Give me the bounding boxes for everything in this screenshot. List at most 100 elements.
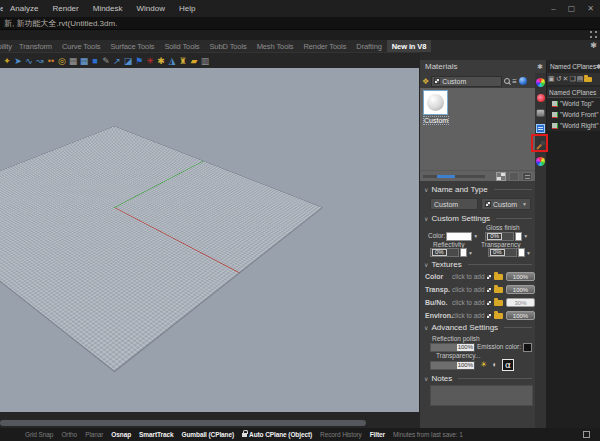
points-icon[interactable]: ••	[46, 55, 56, 67]
section-textures[interactable]: ∨Textures	[420, 259, 535, 269]
command-input[interactable]	[0, 30, 600, 40]
close-button[interactable]: ✕	[587, 4, 594, 13]
cube-icon[interactable]: ■	[90, 55, 100, 67]
transparency-swatch[interactable]	[518, 248, 525, 257]
texture-add-link[interactable]: click to add	[452, 299, 486, 306]
swatch-card-icon[interactable]	[536, 109, 545, 117]
menu-mindesk[interactable]: Mindesk	[86, 4, 130, 13]
paste-cplane-icon[interactable]: ▤	[577, 74, 584, 84]
section-notes[interactable]: ∨Notes	[420, 373, 535, 383]
texture-percent-button[interactable]: 100%	[506, 272, 535, 281]
grid-window-icon[interactable]: ▦	[79, 55, 89, 67]
snowflake-icon[interactable]: ✳	[145, 55, 155, 67]
texture-percent-button[interactable]: 100%	[506, 311, 535, 320]
import-cplane-icon[interactable]	[584, 77, 592, 82]
folder-tool-icon[interactable]: ▰	[189, 55, 199, 67]
material-name-field[interactable]: Custom	[430, 198, 478, 210]
cone-icon[interactable]: ◮	[167, 55, 177, 67]
status-auto-cplane-object-[interactable]: Auto CPlane (Object)	[238, 431, 316, 438]
menu-render[interactable]: Render	[45, 4, 85, 13]
alpha-channel-button[interactable]: α	[502, 359, 514, 371]
sphere-preview-icon[interactable]	[519, 77, 527, 85]
gloss-finish-field[interactable]: 0%	[485, 232, 514, 241]
thumbnail-size-slider[interactable]	[423, 175, 485, 178]
maximize-button[interactable]: ▢	[568, 4, 576, 13]
color-wheel-icon-2[interactable]	[536, 157, 545, 166]
section-custom-settings[interactable]: ∨Custom Settings	[420, 213, 535, 223]
viewport-hscroll[interactable]	[0, 412, 419, 428]
pen-icon[interactable]: ✎	[101, 55, 111, 67]
named-cplanes-gear-icon[interactable]: ✱	[596, 63, 600, 71]
material-type-dropdown[interactable]: Custom ▼	[481, 198, 531, 210]
status-osnap[interactable]: Osnap	[107, 431, 135, 438]
light-icon[interactable]: ☀	[480, 361, 487, 369]
arrow-icon[interactable]: ↗	[112, 55, 122, 67]
menu-analyze[interactable]: Analyze	[3, 4, 45, 13]
emission-color-swatch[interactable]	[523, 343, 532, 352]
minimize-button[interactable]: –	[551, 4, 555, 13]
delete-cplane-icon[interactable]: ✕	[563, 74, 569, 84]
texture-checker-icon[interactable]	[486, 274, 492, 280]
transparency-field[interactable]: 0%	[488, 248, 517, 257]
texture-folder-icon[interactable]	[494, 300, 503, 306]
medium-view-button[interactable]	[509, 172, 519, 181]
texture-checker-icon[interactable]	[486, 300, 492, 306]
material-list[interactable]: Custom	[420, 88, 535, 170]
status-smarttrack[interactable]: SmartTrack	[135, 431, 177, 438]
perspective-viewport[interactable]	[0, 68, 419, 412]
texture-add-link[interactable]: click to add	[452, 312, 486, 319]
tab-mesh-tools[interactable]: Mesh Tools	[252, 40, 299, 52]
texture-folder-icon[interactable]	[494, 313, 503, 319]
materials-gear-icon[interactable]: ✱	[537, 63, 543, 71]
pointer-icon[interactable]: ➤	[13, 55, 23, 67]
viewport-hscroll-thumb[interactable]	[0, 420, 366, 426]
section-name-and-type[interactable]: ∨Name and Type	[420, 184, 535, 194]
texture-folder-icon[interactable]	[494, 287, 503, 293]
command-options-icon[interactable]	[590, 31, 597, 38]
tab-drafting[interactable]: Drafting	[351, 40, 386, 52]
status-grid-snap[interactable]: Grid Snap	[21, 431, 57, 438]
lamp-icon[interactable]: ♜	[178, 55, 188, 67]
curve-icon[interactable]: ↝	[35, 55, 45, 67]
tab-subd-tools[interactable]: SubD Tools	[204, 40, 251, 52]
texture-add-link[interactable]: click to add	[452, 273, 486, 280]
status-planar[interactable]: Planar	[81, 431, 107, 438]
cplane-row[interactable]: "World Top"	[547, 98, 600, 109]
gloss-swatch[interactable]	[515, 232, 522, 241]
cplane-row[interactable]: "World Right"	[547, 120, 600, 131]
color-wheel-icon[interactable]	[536, 78, 545, 87]
copy-cplane-icon[interactable]: ❏	[569, 74, 575, 84]
color-swatch[interactable]	[446, 232, 472, 241]
texture-add-link[interactable]: click to add	[452, 286, 486, 293]
grid-view-button[interactable]	[496, 172, 506, 181]
statusbar-panel-icon[interactable]	[583, 431, 590, 438]
menu-help[interactable]: Help	[172, 4, 202, 13]
section-advanced-settings[interactable]: ∨Advanced Settings	[420, 322, 535, 332]
chart-icon[interactable]: ▥	[200, 55, 210, 67]
transparency-adv-slider[interactable]: 100%	[430, 361, 475, 370]
texture-folder-icon[interactable]	[494, 274, 503, 280]
search-icon[interactable]	[504, 78, 510, 84]
tab-render-tools[interactable]: Render Tools	[298, 40, 351, 52]
material-thumbnail[interactable]	[423, 90, 448, 115]
restore-cplane-icon[interactable]: ↺	[556, 74, 562, 84]
tab-surface-tools[interactable]: Surface Tools	[105, 40, 159, 52]
list-view-button[interactable]	[522, 172, 532, 181]
palette-icon[interactable]	[537, 94, 545, 102]
menu-window[interactable]: Window	[130, 4, 172, 13]
reflectivity-swatch[interactable]	[460, 248, 467, 257]
gear-tool-icon[interactable]: ✱	[156, 55, 166, 67]
texture-percent-button[interactable]: 30%	[506, 298, 535, 307]
reflection-polish-slider[interactable]: 100%	[430, 343, 475, 352]
circle-icon[interactable]: ◎	[57, 55, 67, 67]
material-search-input[interactable]: Custom	[431, 76, 502, 87]
surface-icon[interactable]: ◪	[123, 55, 133, 67]
flag-icon[interactable]: ⚑	[134, 55, 144, 67]
texture-checker-icon[interactable]	[486, 313, 492, 319]
tabbar-gear-icon[interactable]: ✱	[590, 42, 597, 50]
notes-textarea[interactable]	[430, 385, 533, 406]
tab-visibility[interactable]: Visibility	[0, 40, 14, 52]
polyline-icon[interactable]: ∿	[24, 55, 34, 67]
status-record-history[interactable]: Record History	[316, 431, 366, 438]
texture-percent-button[interactable]: 100%	[506, 285, 535, 294]
